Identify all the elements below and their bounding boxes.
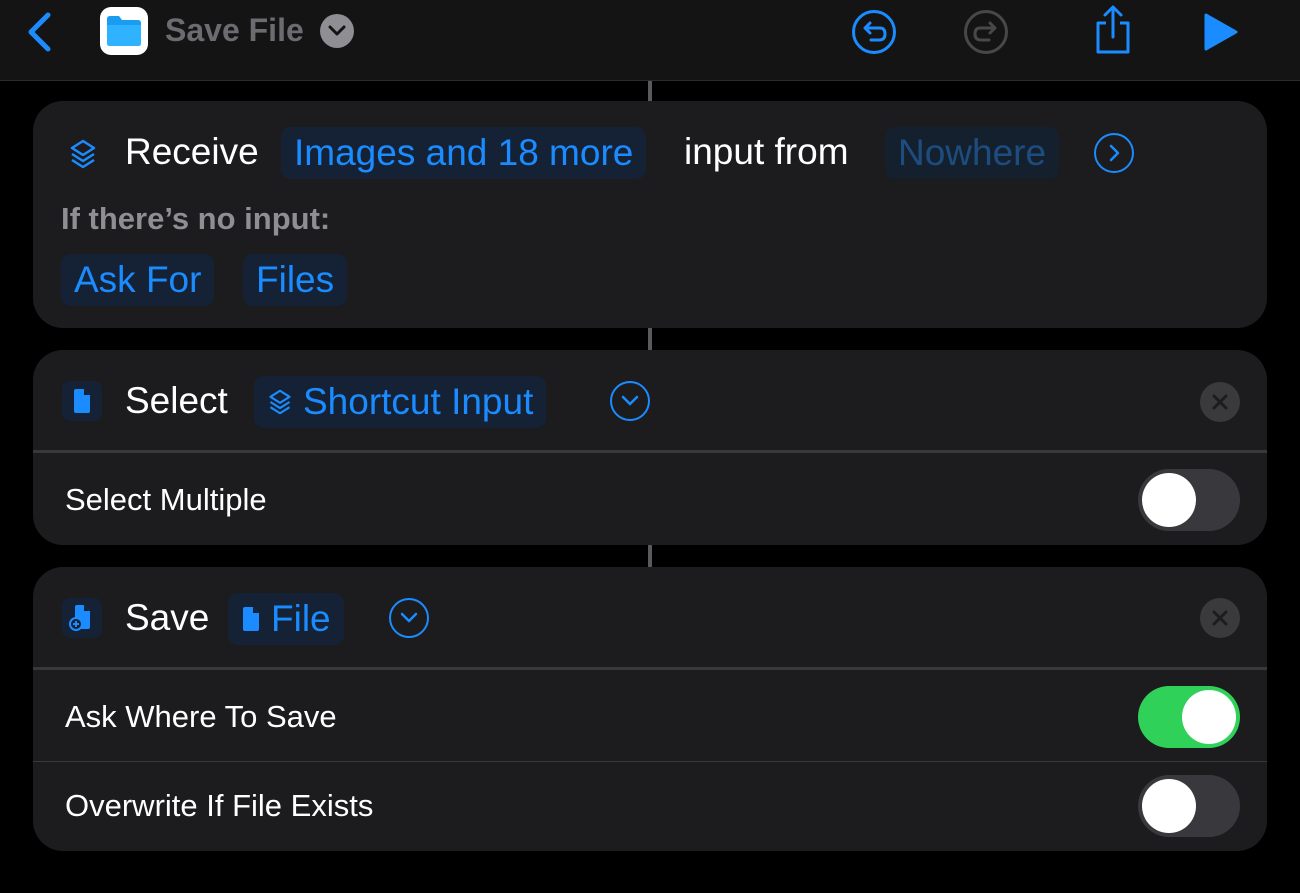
overwrite-if-exists-label: Overwrite If File Exists (65, 788, 374, 823)
play-icon[interactable] (1197, 9, 1243, 55)
toggle-knob (1182, 690, 1236, 744)
chevron-right-circle-icon[interactable] (1094, 133, 1134, 173)
shortcut-input-chip[interactable]: Shortcut Input (254, 376, 547, 428)
back-chevron-icon[interactable] (18, 10, 60, 54)
chevron-down-circle-icon[interactable] (389, 598, 429, 638)
share-icon[interactable] (1090, 4, 1136, 56)
shortcut-title[interactable]: Save File (165, 12, 304, 49)
receive-action-card[interactable]: Receive Images and 18 more input from No… (33, 101, 1267, 328)
flow-connector (648, 81, 652, 101)
ask-where-to-save-label: Ask Where To Save (65, 699, 337, 734)
undo-icon[interactable] (851, 9, 897, 55)
select-multiple-label: Select Multiple (65, 482, 267, 517)
divider (33, 450, 1267, 453)
shortcut-input-label: Shortcut Input (303, 381, 534, 422)
ask-where-to-save-toggle[interactable] (1138, 686, 1240, 748)
divider (33, 667, 1267, 670)
overwrite-if-exists-toggle[interactable] (1138, 775, 1240, 837)
files-folder-icon[interactable] (100, 7, 148, 55)
flow-connector (648, 328, 652, 350)
top-bar: Save File (0, 0, 1300, 81)
flow-connector (648, 545, 652, 567)
redo-icon[interactable] (963, 9, 1009, 55)
divider (33, 761, 1267, 762)
close-icon[interactable] (1200, 598, 1240, 638)
chevron-down-circle-icon[interactable] (610, 381, 650, 421)
file-chip-label: File (271, 598, 331, 639)
files-chip[interactable]: Files (243, 254, 348, 306)
document-icon (241, 606, 261, 632)
receive-verb: Receive (125, 131, 259, 172)
no-input-label: If there’s no input: (61, 201, 331, 236)
save-action-card[interactable]: Save File Ask Where To Save Overwrite If… (33, 567, 1267, 851)
file-chip[interactable]: File (228, 593, 344, 645)
chevron-down-icon[interactable] (320, 14, 354, 48)
toggle-knob (1142, 473, 1196, 527)
toggle-knob (1142, 779, 1196, 833)
input-types-chip[interactable]: Images and 18 more (281, 127, 647, 179)
select-multiple-toggle[interactable] (1138, 469, 1240, 531)
select-verb: Select (125, 380, 228, 421)
input-from-label: input from (684, 131, 849, 172)
save-verb: Save (125, 597, 210, 638)
ask-for-chip[interactable]: Ask For (61, 254, 215, 306)
shortcut-layers-icon (267, 388, 293, 416)
close-icon[interactable] (1200, 382, 1240, 422)
shortcut-layers-icon (63, 134, 103, 174)
input-source-chip[interactable]: Nowhere (885, 127, 1060, 179)
document-icon (62, 381, 102, 421)
select-action-card[interactable]: Select Shortcut Input Select Multiple (33, 350, 1267, 545)
save-document-icon (62, 598, 102, 638)
